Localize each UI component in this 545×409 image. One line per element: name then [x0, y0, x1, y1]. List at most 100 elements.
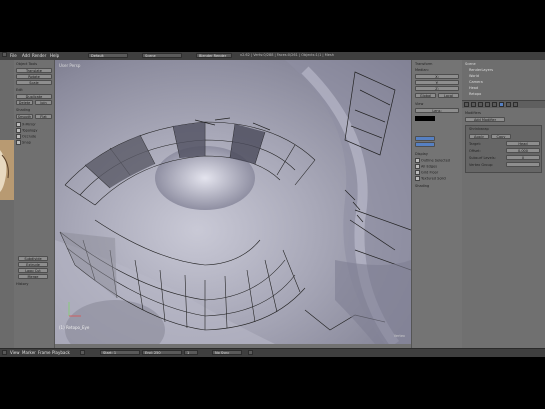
record-icon[interactable]	[80, 350, 85, 355]
rotate-button[interactable]: Rotate	[16, 74, 52, 79]
offset-label: Offset:	[469, 149, 481, 153]
render-engine-select[interactable]: Blender Render	[196, 53, 232, 58]
merge-button[interactable]: Merge	[18, 274, 48, 279]
data-tab-icon[interactable]	[506, 102, 511, 107]
outliner-item-head[interactable]: Head	[469, 86, 478, 90]
outliner-item-world[interactable]: World	[469, 74, 479, 78]
object-tab-icon[interactable]	[485, 102, 490, 107]
subsurf-levels-field[interactable]: 0	[506, 155, 540, 160]
viewport-label: User Persp	[59, 63, 81, 68]
layout-select[interactable]: Default	[88, 53, 128, 58]
target-label: Target:	[469, 142, 482, 146]
menu-file[interactable]: File	[10, 53, 17, 58]
grid-floor-checkbox[interactable]: Grid Floor	[415, 170, 438, 175]
outliner-item-camera[interactable]: Camera	[469, 80, 483, 84]
topology-checkbox[interactable]: Topology	[16, 128, 37, 133]
subdivide-button[interactable]: Subdivide	[18, 256, 48, 261]
tool-shelf: Object Tools Translate Rotate Scale Edit…	[14, 60, 55, 348]
display-panel-title[interactable]: Display	[415, 152, 428, 156]
viewport-scene	[55, 60, 411, 344]
constraints-tab-icon[interactable]	[492, 102, 497, 107]
local-toggle[interactable]: Local	[438, 93, 459, 98]
all-edges-checkbox[interactable]: All Edges	[415, 164, 437, 169]
render-tab-icon[interactable]	[464, 102, 469, 107]
modifier-panel: Shrinkwrap Apply Copy Target: Head Offse…	[465, 125, 542, 173]
modifier-name[interactable]: Shrinkwrap	[469, 127, 489, 131]
shading-panel-title[interactable]: Shading	[415, 184, 429, 188]
target-field[interactable]: Head	[506, 141, 540, 146]
offset-field[interactable]: 0.000	[506, 148, 540, 153]
panel-history-title[interactable]: History	[16, 282, 28, 286]
reference-image-strip	[0, 60, 14, 348]
transform-panel-title[interactable]: Transform	[415, 62, 432, 66]
snap-checkbox[interactable]: Snap	[16, 140, 31, 145]
outliner-item-scene[interactable]: Scene	[465, 62, 476, 66]
delete-button[interactable]: Delete	[16, 100, 33, 105]
editor-type-icon[interactable]	[2, 52, 7, 57]
menu-render[interactable]: Render	[32, 53, 46, 58]
median-label: Median:	[415, 68, 429, 72]
timeline-menu-marker[interactable]: Marker	[22, 350, 36, 355]
occlude-checkbox[interactable]: Occlude	[16, 134, 36, 139]
translate-button[interactable]: Translate	[16, 68, 52, 73]
global-toggle[interactable]: Global	[415, 93, 436, 98]
timeline-menu-view[interactable]: View	[10, 350, 20, 355]
properties-n-panel: Transform Median: X: Y: Z: Global Local …	[411, 60, 462, 348]
x-field[interactable]: X:	[415, 74, 459, 79]
sync-mode-select[interactable]: No Sync	[212, 350, 242, 355]
timeline-editor-icon[interactable]	[2, 350, 7, 355]
subsurf-levels-label: Subsurf Levels:	[469, 156, 496, 160]
modifiers-tab-icon[interactable]	[499, 102, 504, 107]
scene-select[interactable]: Scene	[142, 53, 182, 58]
color-swatch[interactable]	[415, 116, 435, 121]
current-frame-field[interactable]: 1	[184, 350, 198, 355]
outliner: Scene RenderLayers World Camera Head Ret…	[462, 60, 545, 101]
scene-tab-icon[interactable]	[471, 102, 476, 107]
end-frame-field[interactable]: End: 250	[142, 350, 182, 355]
timeline-menu-playback[interactable]: Playback	[52, 350, 70, 355]
extrude-button[interactable]: Extrude	[18, 262, 48, 267]
display-toggle-active[interactable]	[415, 136, 435, 141]
add-modifier-button[interactable]: Add Modifier	[465, 117, 505, 122]
start-frame-field[interactable]: Start: 1	[100, 350, 140, 355]
keying-set-icon[interactable]	[248, 350, 253, 355]
scale-button[interactable]: Scale	[16, 80, 52, 85]
viewport-mode-text: Vertex	[393, 334, 405, 338]
textured-solid-checkbox[interactable]: Textured Solid	[415, 176, 446, 181]
shading-toggle-active[interactable]	[415, 142, 435, 147]
reference-image-icon	[0, 140, 14, 200]
y-field[interactable]: Y:	[415, 80, 459, 85]
z-field[interactable]: Z:	[415, 86, 459, 91]
outliner-item-retopo[interactable]: Retopo	[469, 92, 481, 96]
outline-selected-checkbox[interactable]: Outline Selected	[415, 158, 450, 163]
properties-tab-bar	[462, 101, 545, 108]
blender-window: File Add Render Help Default Scene Blend…	[0, 52, 545, 357]
properties-editor: Modifiers Add Modifier Shrinkwrap Apply …	[462, 101, 545, 348]
scene-stats: v2.62 | Verts:0/288 | Faces:0/261 | Obje…	[240, 53, 334, 57]
flat-button[interactable]: Flat	[35, 114, 52, 119]
menu-add[interactable]: Add	[22, 53, 30, 58]
x-mirror-checkbox[interactable]: X-Mirror	[16, 122, 36, 127]
material-tab-icon[interactable]	[513, 102, 518, 107]
panel-object-tools-title[interactable]: Object Tools	[16, 62, 37, 66]
world-tab-icon[interactable]	[478, 102, 483, 107]
panel-shading-title[interactable]: Shading	[16, 108, 30, 112]
timeline-header: View Marker Frame Playback Start: 1 End:…	[0, 348, 545, 357]
menu-help[interactable]: Help	[50, 53, 59, 58]
outliner-item-renderlayers[interactable]: RenderLayers	[469, 68, 493, 72]
modifiers-section-title: Modifiers	[465, 111, 481, 115]
duplicate-button[interactable]: Duplicate	[16, 94, 52, 99]
view-panel-title[interactable]: View	[415, 102, 423, 106]
smooth-button[interactable]: Smooth	[16, 114, 33, 119]
vertex-group-label: Vertex Group:	[469, 163, 494, 167]
lens-field[interactable]: Lens:	[415, 108, 459, 113]
active-object-name: (1) Retopo_Eye	[59, 325, 90, 330]
timeline-menu-frame[interactable]: Frame	[38, 350, 50, 355]
vertex-group-field[interactable]	[506, 162, 540, 167]
apply-button[interactable]: Apply	[469, 134, 489, 139]
loop-cut-button[interactable]: Loop Cut	[18, 268, 48, 273]
join-button[interactable]: Join	[35, 100, 52, 105]
3d-viewport[interactable]: User Persp (1) Retopo_Eye Vertex	[55, 60, 411, 344]
panel-edit-title[interactable]: Edit	[16, 88, 23, 92]
copy-button[interactable]: Copy	[491, 134, 511, 139]
